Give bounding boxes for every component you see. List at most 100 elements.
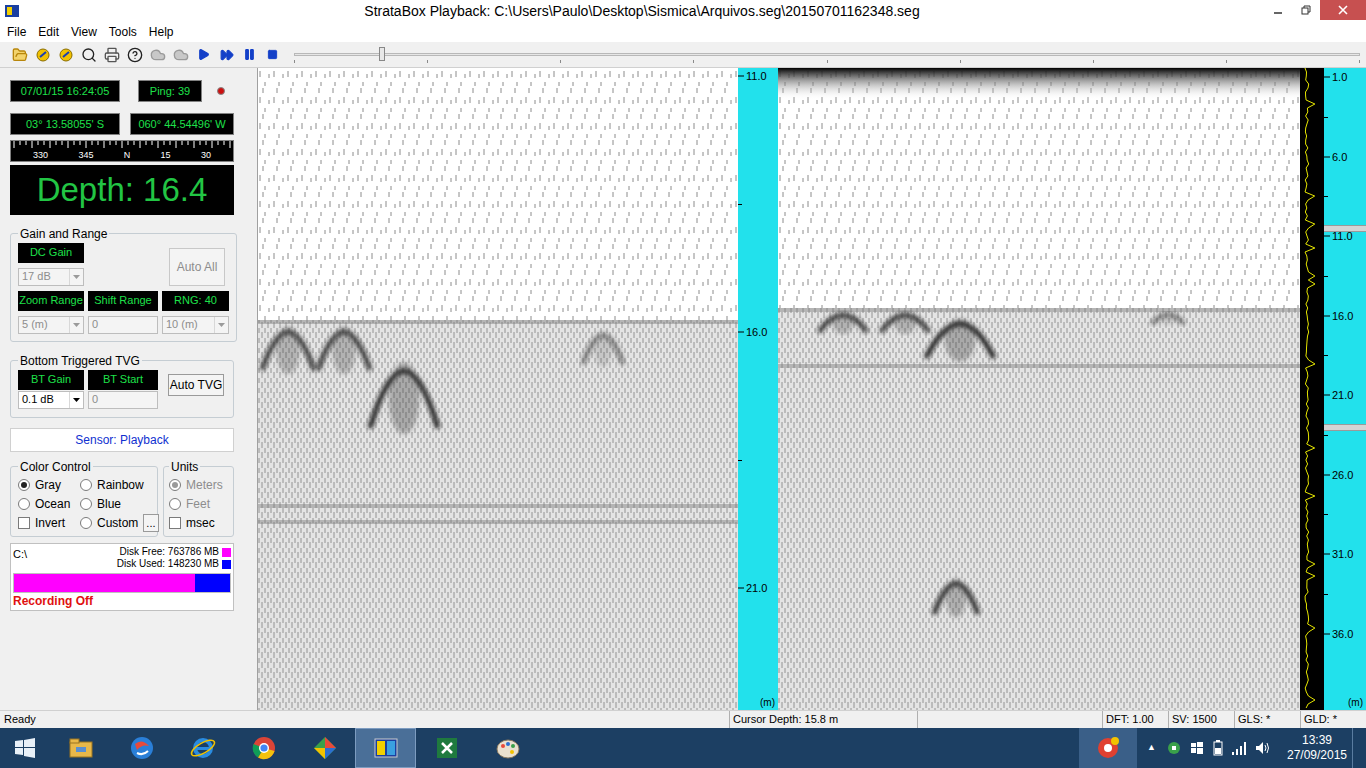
compass-label: 330 (33, 151, 48, 160)
taskbar-app[interactable] (111, 728, 172, 768)
drive-label: C:\ (13, 546, 27, 570)
signal-trace (1300, 68, 1324, 710)
explorer-icon (67, 734, 95, 762)
text-field: 0 (88, 316, 158, 334)
start-button[interactable] (0, 728, 50, 768)
zoom-button[interactable] (77, 44, 100, 66)
toolbar (0, 42, 1366, 68)
range-label: Shift Range (88, 291, 158, 311)
radio-option[interactable]: Ocean (18, 495, 70, 513)
sonar-image[interactable] (258, 68, 738, 710)
units-group: UnitsMetersFeetmsec (163, 458, 234, 538)
disk-panel: C:\Disk Free: 763786 MBDisk Used: 148230… (10, 543, 234, 611)
zoom-marker[interactable] (1324, 424, 1366, 431)
taskbar-app[interactable] (233, 728, 294, 768)
stratabox-icon (372, 734, 400, 762)
dropdown: 10 (m) (162, 316, 229, 334)
playback-slider[interactable] (294, 44, 1360, 66)
checkbox-option[interactable]: msec (169, 514, 228, 532)
ruler-label: 31.0 (1332, 549, 1353, 560)
dropdown-arrow-icon (218, 323, 225, 327)
sonar-button[interactable] (54, 44, 77, 66)
tvg-label: BT Start (88, 370, 158, 390)
dropdown[interactable]: 0.1 dB (18, 391, 84, 409)
menu-item[interactable]: File (3, 23, 30, 41)
stop-button[interactable] (261, 44, 284, 66)
text-field: 0 (88, 391, 158, 409)
status-field: GLS: * (1234, 711, 1300, 728)
print-button[interactable] (100, 44, 123, 66)
depth-display: Depth: 16.4 (10, 165, 234, 215)
taskbar-app[interactable] (355, 728, 416, 768)
radio-option[interactable]: Gray (18, 476, 61, 494)
dropdown-arrow-icon (73, 398, 80, 402)
sonar-image[interactable] (778, 68, 1300, 710)
show-hidden-icons[interactable]: ▲ (1147, 741, 1156, 755)
tvg-label: BT Gain (18, 370, 84, 390)
sonar-icon (35, 47, 51, 63)
stop-icon (267, 49, 278, 60)
radio-option: Feet (169, 495, 228, 513)
taskbar-app[interactable] (416, 728, 477, 768)
radio-option: Meters (169, 476, 228, 494)
status-field: GLD: * (1300, 711, 1366, 728)
cloud-icon (150, 47, 166, 63)
notification-button[interactable] (1079, 728, 1137, 768)
color-control-group: Color ControlGrayRainbowOceanBlueInvertC… (10, 458, 158, 538)
depth-ruler: 1.06.011.016.021.026.031.036.0(m) (1324, 68, 1366, 710)
compass-ticks-icon (11, 141, 233, 149)
range-label: RNG: 40 (162, 291, 229, 311)
open-button[interactable] (8, 44, 31, 66)
volume-icon (1254, 740, 1270, 756)
menu-item[interactable]: Edit (34, 23, 63, 41)
custom-color-button[interactable]: ... (143, 514, 158, 533)
radio-option[interactable]: Rainbow (80, 476, 144, 494)
menu-item[interactable]: View (67, 23, 101, 41)
checkbox-option[interactable]: Invert (18, 514, 65, 532)
fast-forward-button[interactable] (215, 44, 238, 66)
taskbar-app[interactable] (477, 728, 538, 768)
network-app-icon (1166, 740, 1182, 756)
zoom-icon (81, 47, 97, 63)
play-button[interactable] (192, 44, 215, 66)
app-icon (4, 3, 20, 19)
sonar-button[interactable] (31, 44, 54, 66)
chrome-icon (250, 734, 278, 762)
ruler-unit: (m) (760, 698, 775, 708)
alert-icon (1095, 735, 1121, 761)
taskbar-app[interactable] (50, 728, 111, 768)
radio-option[interactable]: Blue (80, 495, 121, 513)
tvg-group: Bottom Triggered TVGBT GainBT Start0.1 d… (10, 352, 234, 418)
ruler-label: 11.0 (1332, 231, 1353, 242)
depth-ruler: 11.016.021.0(m) (738, 68, 778, 710)
compass-label: 345 (78, 151, 93, 160)
dropdown: 5 (m) (18, 316, 84, 334)
minimize-icon (1273, 5, 1283, 15)
app-window: StrataBox Playback: C:\Users\Paulo\Deskt… (0, 0, 1366, 768)
close-button[interactable] (1320, 0, 1366, 20)
ping-display: Ping: 39 (138, 80, 202, 102)
ruler-label: 36.0 (1332, 628, 1353, 639)
taskbar-app[interactable] (172, 728, 233, 768)
disk-usage-bar (13, 573, 231, 593)
menu-item[interactable]: Tools (105, 23, 141, 41)
pause-button[interactable] (238, 44, 261, 66)
restore-button[interactable] (1292, 0, 1320, 20)
play-icon (197, 48, 210, 61)
menu-item[interactable]: Help (145, 23, 178, 41)
taskbar-app[interactable] (294, 728, 355, 768)
open-icon (12, 47, 28, 63)
auto-tvg-button[interactable]: Auto TVG (168, 374, 224, 396)
clock[interactable]: 13:3927/09/2015 (1282, 733, 1352, 763)
radio-option[interactable]: Custom (80, 514, 138, 532)
minimize-button[interactable] (1264, 0, 1292, 20)
control-panel: 07/01/15 16:24:05Ping: 3903° 13.58055' S… (0, 68, 258, 710)
ruler-label: 16.0 (746, 327, 767, 338)
help-button[interactable] (123, 44, 146, 66)
status-field-empty (917, 711, 1102, 728)
excel-icon (433, 734, 461, 762)
restore-icon (1301, 5, 1311, 15)
show-desktop-button[interactable] (1352, 728, 1366, 768)
slider-thumb[interactable] (379, 47, 385, 61)
datetime-display: 07/01/15 16:24:05 (10, 80, 120, 102)
